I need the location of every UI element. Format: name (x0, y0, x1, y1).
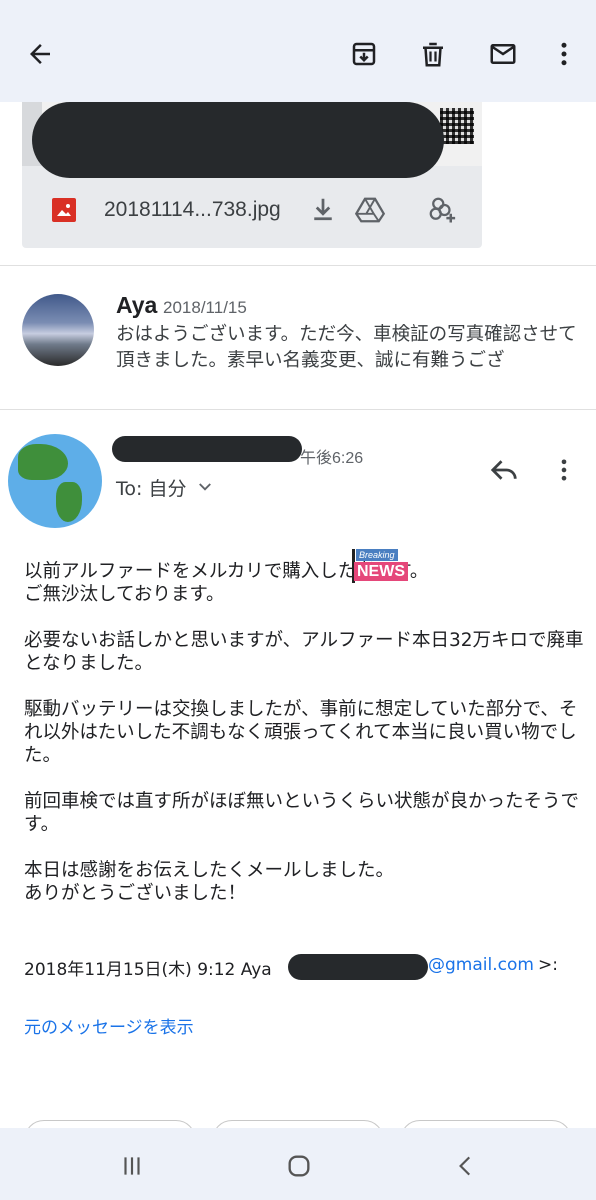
message-more-button[interactable] (546, 450, 582, 490)
breaking-news-badge: Breaking NEWS (352, 549, 414, 583)
drive-icon (355, 197, 385, 223)
more-options-button[interactable] (542, 32, 586, 76)
badge-top-label: Breaking (356, 549, 398, 561)
delete-button[interactable] (411, 32, 455, 76)
recent-apps-button[interactable] (112, 1146, 152, 1186)
app-bar (0, 0, 596, 102)
body-paragraph: 駆動バッテリーは交換しましたが、事前に想定していた部分で、それ以外はたいした不調… (24, 699, 578, 766)
attachment-thumbnail[interactable] (22, 102, 482, 178)
back-nav-button[interactable] (446, 1146, 486, 1186)
message-time: 午後6:26 (300, 450, 364, 467)
collapsed-message[interactable]: Aya 2018/11/15 おはようございます。ただ今、車検証の写真確認させて… (0, 266, 596, 408)
expanded-message-header: 午後6:26 To: 自分 (0, 410, 596, 530)
body-paragraph: 必要ないお話しかと思いますが、アルファード本日32万キロで廃車となりました。 (24, 630, 584, 674)
badge-main-label: NEWS (354, 562, 408, 581)
show-original-link[interactable]: 元のメッセージを表示 (24, 1013, 194, 1038)
trash-icon (423, 42, 443, 67)
sender-name: Aya (116, 292, 158, 318)
message-date: 2018/11/15 (163, 298, 247, 317)
mark-unread-button[interactable] (481, 32, 525, 76)
attachment-card[interactable]: 20181114...738.jpg (22, 102, 482, 248)
chevron-down-icon[interactable] (196, 478, 214, 496)
message-body: 以前アルファードをメルカリで購入した者です。 ご無沙汰しております。 必要ないお… (24, 560, 584, 928)
arrow-back-icon (30, 44, 50, 64)
more-vert-icon (561, 459, 567, 481)
redaction-bar (288, 954, 428, 980)
qr-code-image (440, 108, 474, 144)
quote-header-suffix: >: (538, 955, 558, 975)
reply-button[interactable] (484, 450, 524, 490)
more-vert-icon (561, 42, 567, 66)
download-icon (314, 198, 332, 221)
attachment-file-row: 20181114...738.jpg (22, 182, 482, 242)
body-paragraph: 以前アルファードをメルカリで購入した者です。 ご無沙汰しております。 (24, 561, 429, 605)
add-to-photos-icon (429, 197, 456, 223)
quote-header: 2018年11月15日(木) 9:12 Aya (24, 960, 272, 980)
mail-icon (490, 44, 516, 64)
add-to-photos-button[interactable] (424, 192, 460, 228)
body-paragraph: 前回車検では直す所がほぼ無いというくらい状態が良かったそうです。 (24, 791, 580, 835)
message-snippet: おはようございます。ただ今、車検証の写真確認させて頂きました。素早い名義変更、誠… (116, 324, 577, 371)
quote-email-link[interactable]: @gmail.com (428, 955, 534, 975)
back-button[interactable] (18, 32, 62, 76)
globe-avatar-icon (8, 434, 102, 528)
redaction-bar (32, 102, 444, 178)
system-nav-bar (0, 1128, 596, 1200)
redaction-bar (112, 436, 302, 462)
attachment-file-name: 20181114...738.jpg (104, 198, 281, 221)
image-file-icon (52, 198, 76, 222)
download-button[interactable] (305, 192, 341, 228)
recent-apps-icon (124, 1157, 140, 1175)
home-icon (288, 1155, 310, 1177)
recipient-label: To: 自分 (116, 478, 187, 500)
reply-icon (490, 460, 517, 480)
home-button[interactable] (279, 1146, 319, 1186)
body-paragraph: 本日は感謝をお伝えしたくメールしました。 ありがとうございました！ (24, 860, 395, 904)
save-to-drive-button[interactable] (352, 192, 388, 228)
archive-icon (352, 42, 376, 66)
sender-avatar (22, 294, 94, 366)
chevron-left-icon (459, 1156, 471, 1176)
archive-button[interactable] (342, 32, 386, 76)
